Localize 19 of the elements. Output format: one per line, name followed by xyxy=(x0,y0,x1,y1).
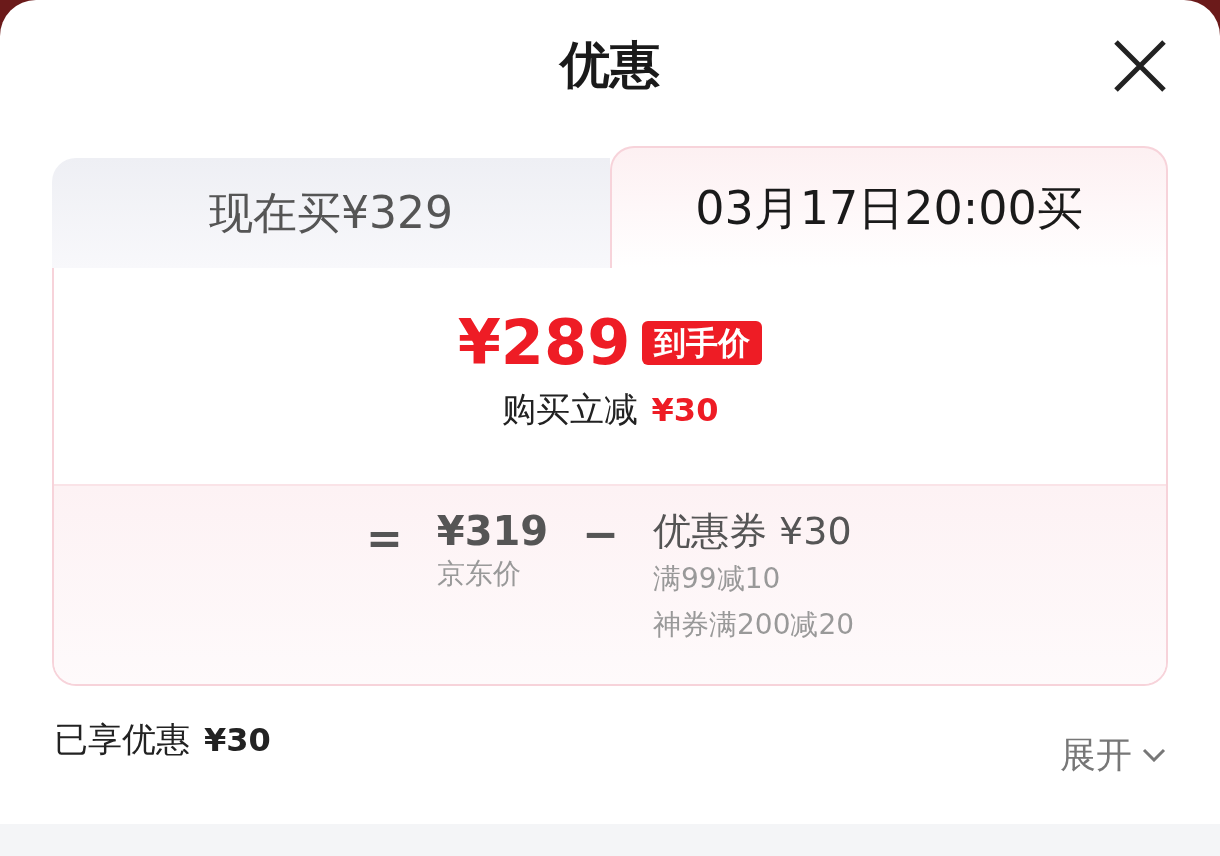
coupon-item: 神券满200减20 xyxy=(653,607,855,643)
close-icon xyxy=(1113,39,1167,93)
minus-sign: − xyxy=(582,507,619,561)
reduction-label: 购买立减 xyxy=(501,388,638,431)
final-price: ¥289 xyxy=(457,312,631,374)
base-price: ¥319 xyxy=(436,507,549,556)
chevron-down-icon xyxy=(1142,748,1166,762)
summary-amount: ¥30 xyxy=(204,719,271,761)
tab[interactable]: 03月17日20:00买 xyxy=(610,146,1168,268)
coupon-title: 优惠券 ¥30 xyxy=(653,508,853,555)
base-price-label: 京东价 xyxy=(436,556,522,592)
summary-label: 已享优惠 xyxy=(54,718,190,761)
price-badge: 到手价 xyxy=(642,321,763,365)
expand-button[interactable]: 展开 xyxy=(1060,728,1166,782)
coupon-item: 满99减10 xyxy=(653,561,782,597)
sheet-title: 优惠 xyxy=(560,40,660,90)
equals-sign: = xyxy=(365,511,403,565)
reduction-amount: ¥30 xyxy=(651,389,719,431)
tab[interactable]: 现在买¥329 xyxy=(52,158,610,268)
